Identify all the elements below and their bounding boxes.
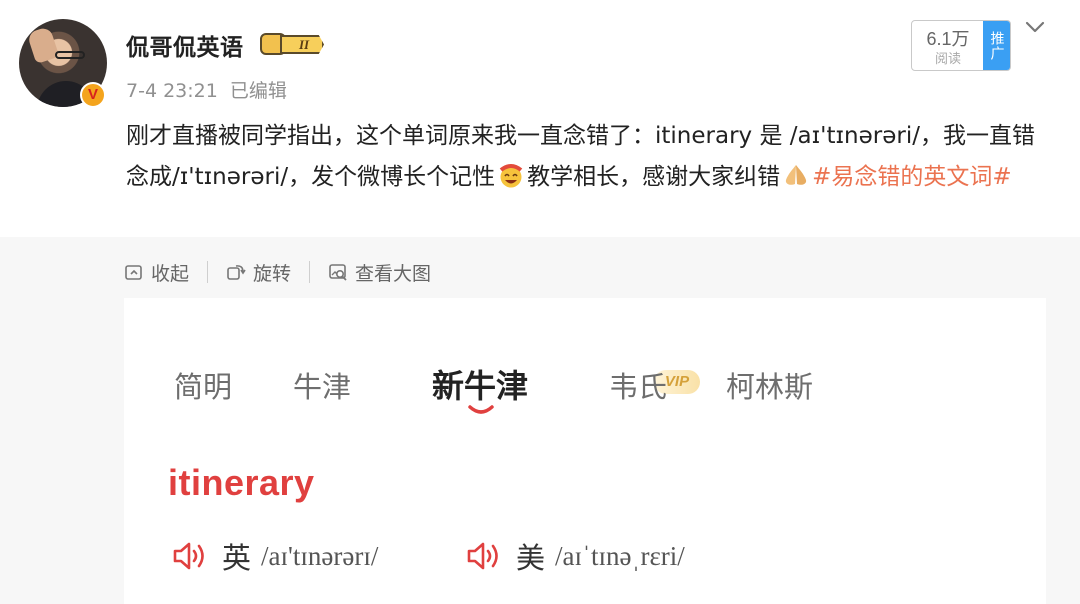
praying-hands-emoji-icon xyxy=(785,165,807,185)
toolbar-divider xyxy=(207,261,209,283)
post-text-after-emoji: 教学相长，感谢大家纠错 xyxy=(527,164,781,190)
view-image-icon xyxy=(329,264,347,281)
username[interactable]: 侃哥侃英语 xyxy=(126,28,244,62)
post-meta: 7-4 23:21 已编辑 xyxy=(126,76,287,103)
us-ipa: /aɪˈtɪnəˌrɛri/ xyxy=(555,540,685,571)
us-pronunciation[interactable]: 美 /aɪˈtɪnəˌrɛri/ xyxy=(466,535,685,577)
headword: itinerary xyxy=(168,462,315,503)
us-label: 美 xyxy=(516,541,546,575)
level-label: II xyxy=(280,35,324,54)
uk-label: 英 xyxy=(222,541,252,575)
uk-ipa: /aɪ'tɪnərərɪ/ xyxy=(261,540,379,571)
level-badge[interactable]: II xyxy=(260,30,324,58)
tab-jianming[interactable]: 简明 xyxy=(174,364,232,406)
promote-label: 推广 xyxy=(988,30,1005,61)
speaker-icon xyxy=(467,542,498,570)
laughing-face-emoji-icon xyxy=(499,164,523,188)
uk-pronunciation[interactable]: 英 /aɪ'tɪnərərɪ/ xyxy=(172,535,378,577)
verified-icon: V xyxy=(80,82,106,108)
rotate-label: 旋转 xyxy=(253,262,292,285)
tab-webster[interactable]: 韦氏 xyxy=(609,364,667,406)
read-count-box: 6.1万 阅读 推广 xyxy=(911,20,1011,71)
media-toolbar: 收起 旋转 查看大图 xyxy=(124,258,431,286)
rotate-button[interactable]: 旋转 xyxy=(226,259,291,286)
post-text: 刚才直播被同学指出，这个单词原来我一直念错了：itinerary 是 /aɪ't… xyxy=(126,116,1051,198)
collapse-icon xyxy=(125,265,142,280)
avatar-hand xyxy=(26,26,60,64)
hashtag-link[interactable]: #易念错的英文词# xyxy=(812,164,1012,190)
tab-new-oxford[interactable]: 新牛津 xyxy=(432,361,528,407)
collapse-label: 收起 xyxy=(151,262,190,285)
edited-label[interactable]: 已编辑 xyxy=(230,80,287,102)
read-label: 阅读 xyxy=(934,52,961,67)
avatar-glasses xyxy=(55,51,85,59)
speaker-icon xyxy=(173,542,204,570)
rotate-icon xyxy=(227,265,246,280)
tab-oxford[interactable]: 牛津 xyxy=(293,364,351,406)
view-large-button[interactable]: 查看大图 xyxy=(328,259,431,286)
collapse-button[interactable]: 收起 xyxy=(124,259,189,286)
dictionary-image[interactable]: 简明 牛津 新牛津 VIP 韦氏 柯林斯 itinerary 英 /aɪ'tɪn… xyxy=(124,298,1046,604)
post-timestamp[interactable]: 7-4 23:21 xyxy=(126,80,218,102)
view-large-label: 查看大图 xyxy=(355,262,432,285)
toolbar-divider xyxy=(309,261,311,283)
tab-collins[interactable]: 柯林斯 xyxy=(726,364,813,406)
promote-button[interactable]: 推广 xyxy=(983,21,1010,70)
active-tab-indicator xyxy=(468,405,494,414)
chevron-down-icon[interactable] xyxy=(1025,17,1045,37)
